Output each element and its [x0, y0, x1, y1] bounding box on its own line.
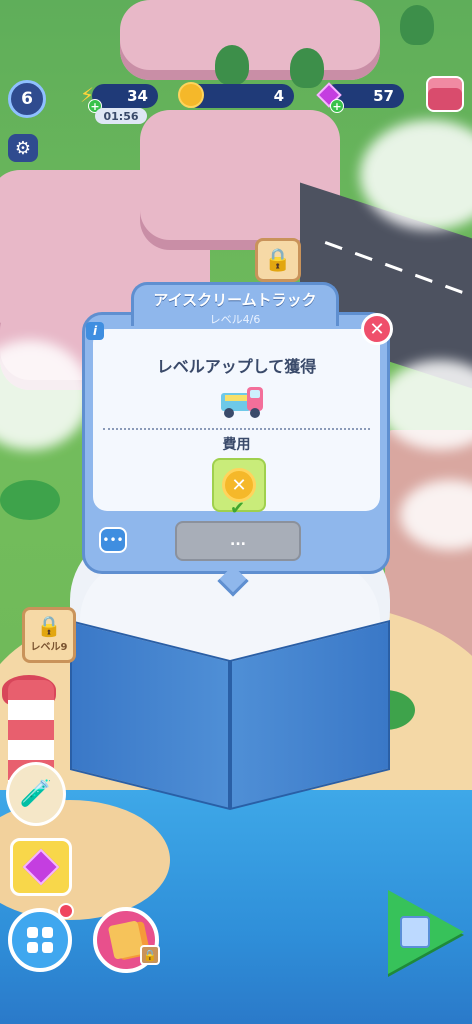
cost-label: 費用	[222, 437, 251, 453]
pink-cliff	[120, 0, 380, 80]
info-icon: i	[92, 324, 98, 338]
energy-value: 34	[127, 87, 148, 105]
grid-icon	[27, 927, 53, 953]
close-icon: ✕	[369, 318, 385, 340]
pine-tree	[215, 45, 249, 85]
potion-button[interactable]: 🧪	[6, 762, 66, 826]
building-info-popup: レベルアップして獲得 費用 ✕ ✔ ••• ...	[82, 312, 390, 574]
popup-divider	[103, 428, 370, 430]
add-gems-button[interactable]: +	[330, 99, 344, 113]
energy-timer-value: 01:56	[103, 109, 139, 123]
chat-button[interactable]: •••	[99, 527, 127, 553]
notification-dot	[58, 903, 74, 919]
tarp-panel	[230, 620, 390, 810]
lock-icon: 🔒	[36, 614, 62, 638]
cost-item-tile[interactable]: ✕ ✔	[212, 458, 266, 519]
card-icon	[400, 916, 430, 948]
shop-chest-button[interactable]	[426, 76, 464, 112]
action-button-label: ...	[230, 533, 246, 549]
play-button[interactable]	[388, 890, 468, 976]
gear-icon: ⚙	[14, 137, 32, 159]
energy-timer: 01:56	[95, 108, 147, 124]
coin-icon	[176, 80, 206, 110]
player-level-badge[interactable]: 6	[8, 80, 46, 118]
gem-icon	[22, 848, 60, 886]
construction-site[interactable]	[70, 620, 390, 810]
locked-area-sign[interactable]: 🔒 レベル9	[22, 607, 76, 663]
popup-header: アイスクリームトラック レベル4/6	[131, 282, 339, 326]
close-button[interactable]: ✕	[361, 313, 393, 345]
potion-icon: 🧪	[19, 779, 53, 809]
gem-value: 57	[373, 87, 394, 105]
bush	[400, 5, 434, 45]
tarp-panel	[70, 620, 230, 810]
coin-icon: ✕	[222, 468, 256, 502]
lock-icon: 🔒	[264, 247, 292, 273]
popup-level: レベル4/6	[209, 313, 261, 326]
settings-button[interactable]: ⚙	[8, 134, 38, 162]
palm-tree	[0, 480, 60, 520]
cards-icon	[107, 920, 145, 960]
coin-value: 4	[273, 87, 284, 105]
locked-building-sign[interactable]: 🔒	[255, 238, 301, 282]
locked-area-level: レベル9	[30, 642, 68, 653]
unlock-requirement-label: レベルアップして獲得	[156, 357, 317, 376]
checkmark-icon: ✔	[230, 498, 246, 519]
popup-content: レベルアップして獲得 費用 ✕ ✔	[93, 329, 380, 519]
gem-shop-button[interactable]	[10, 838, 72, 896]
player-level-value: 6	[21, 89, 33, 109]
ice-cream-truck-icon	[221, 387, 263, 418]
lock-icon: 🔒	[140, 945, 160, 965]
action-button[interactable]: ...	[175, 521, 301, 561]
popup-title: アイスクリームトラック	[153, 291, 317, 309]
chat-bubble-icon: •••	[102, 533, 124, 547]
info-button[interactable]: i	[86, 322, 104, 340]
